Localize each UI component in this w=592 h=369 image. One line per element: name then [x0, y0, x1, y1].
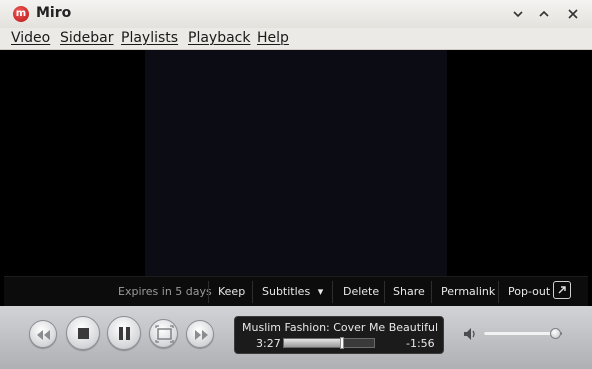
divider [431, 281, 432, 303]
stop-icon [78, 328, 89, 339]
maximize-button[interactable] [535, 5, 553, 23]
stop-button[interactable] [66, 316, 100, 350]
title-bar: m Miro [0, 0, 592, 28]
rewind-icon [37, 330, 50, 340]
delete-button[interactable]: Delete [343, 285, 379, 298]
now-playing-title: Muslim Fashion: Cover Me Beautiful [242, 321, 438, 334]
menu-help[interactable]: Help [257, 30, 289, 46]
elapsed-time: 3:27 [256, 337, 281, 350]
progress-fill [284, 339, 342, 347]
close-icon [568, 9, 578, 19]
menu-video[interactable]: Video [11, 30, 50, 46]
fast-forward-icon [195, 330, 208, 340]
menu-sidebar[interactable]: Sidebar [60, 30, 114, 46]
chevron-up-icon [539, 10, 549, 17]
skip-back-button[interactable] [29, 320, 57, 348]
permalink-button[interactable]: Permalink [441, 285, 495, 298]
volume-handle[interactable] [550, 328, 562, 339]
chevron-down-icon [513, 11, 523, 18]
divider [208, 281, 209, 303]
fullscreen-icon [155, 325, 174, 343]
video-frame [145, 50, 447, 276]
now-playing-panel: Muslim Fashion: Cover Me Beautiful 3:27 … [234, 316, 444, 354]
menu-playlists[interactable]: Playlists [121, 30, 178, 46]
popout-icon[interactable] [553, 281, 571, 299]
progress-bar[interactable] [283, 337, 375, 349]
subtitles-label: Subtitles [262, 285, 311, 298]
share-button[interactable]: Share [393, 285, 425, 298]
pause-icon [119, 327, 130, 340]
miro-logo-icon: m [13, 6, 29, 22]
close-button[interactable] [564, 5, 582, 23]
divider [498, 281, 499, 303]
menu-bar: Video Sidebar Playlists Playback Help [0, 28, 592, 50]
volume-fill [484, 332, 556, 335]
popout-button[interactable]: Pop-out [508, 285, 550, 298]
volume-slider[interactable] [484, 328, 562, 339]
dropdown-arrow-icon: ▾ [317, 285, 324, 298]
divider [384, 281, 385, 303]
playback-controls: Muslim Fashion: Cover Me Beautiful 3:27 … [0, 306, 592, 369]
remaining-time: -1:56 [406, 337, 435, 350]
item-action-bar: Expires in 5 days Keep Subtitles ▾ Delet… [4, 276, 588, 306]
subtitles-button[interactable]: Subtitles ▾ [262, 285, 323, 298]
window-title: Miro [36, 5, 72, 21]
progress-handle[interactable] [339, 337, 344, 349]
speaker-icon[interactable] [462, 326, 478, 342]
expires-text: Expires in 5 days [118, 285, 212, 298]
video-display[interactable] [4, 50, 588, 276]
pause-button[interactable] [107, 316, 141, 350]
minimize-button[interactable] [509, 5, 527, 23]
fullscreen-button[interactable] [149, 319, 178, 348]
skip-forward-button[interactable] [186, 320, 214, 348]
menu-playback[interactable]: Playback [188, 30, 250, 46]
divider [252, 281, 253, 303]
keep-button[interactable]: Keep [218, 285, 245, 298]
divider [332, 281, 333, 303]
